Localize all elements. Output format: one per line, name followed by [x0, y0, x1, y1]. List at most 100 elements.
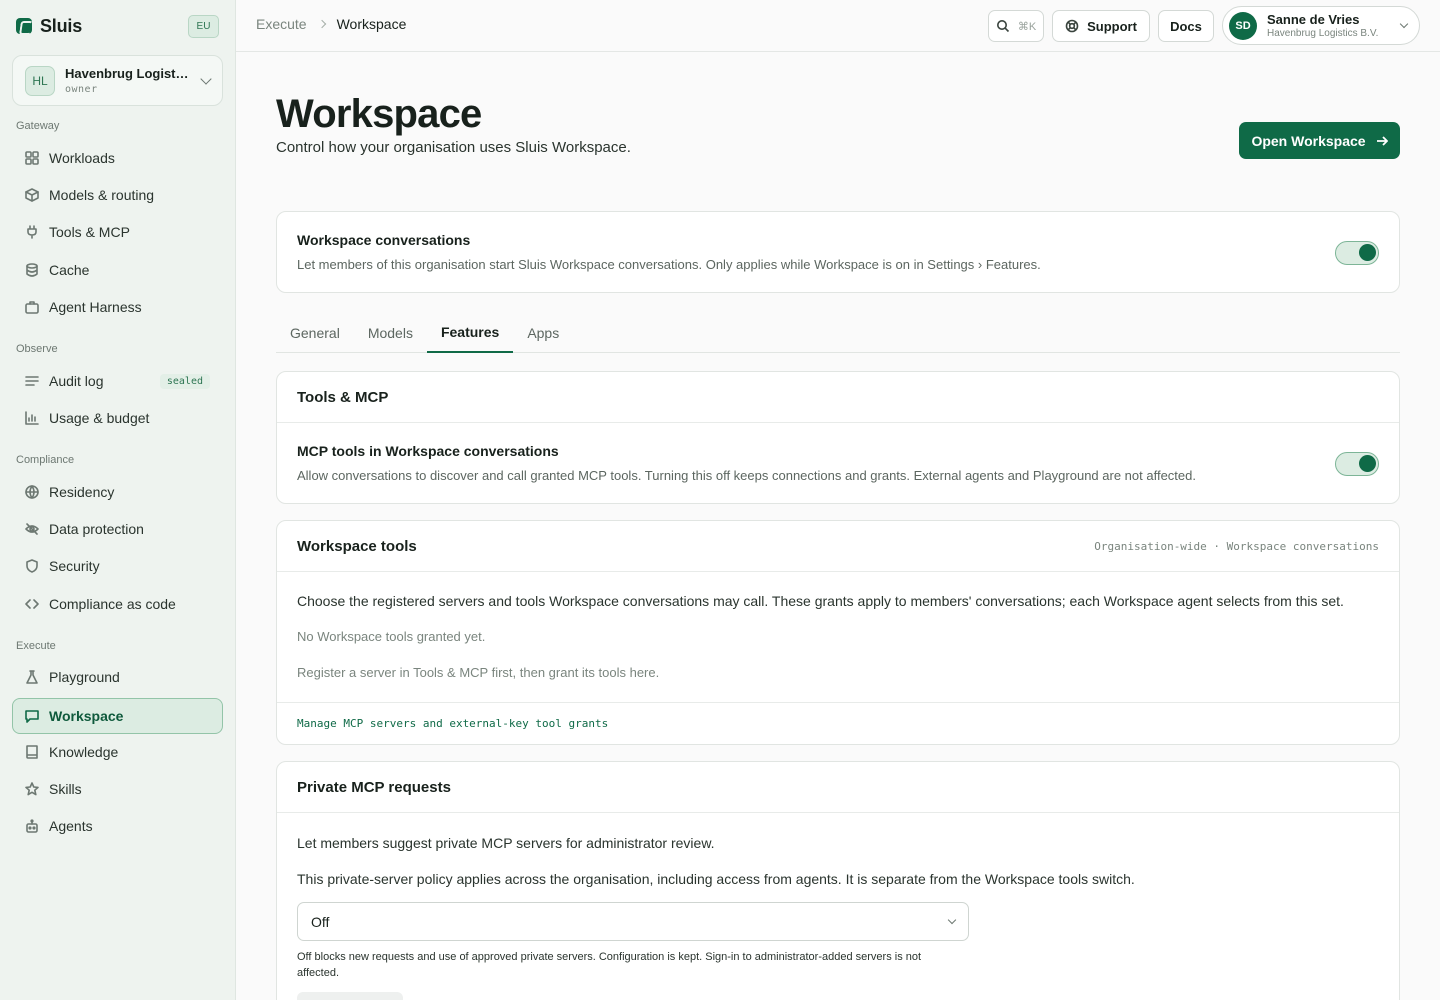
open-workspace-label: Open Workspace — [1251, 132, 1366, 149]
save-button[interactable] — [297, 992, 403, 1000]
sidebar-item-audit-log[interactable]: Audit log sealed — [12, 363, 223, 399]
sidebar-item-workloads[interactable]: Workloads — [12, 140, 223, 176]
workspace-tools-hint: Register a server in Tools & MCP first, … — [297, 665, 660, 680]
sidebar-item-usage-budget[interactable]: Usage & budget — [12, 400, 223, 436]
sidebar-item-label: Cache — [49, 262, 90, 278]
breadcrumb-workspace: Workspace — [336, 16, 407, 32]
chevron-down-icon — [947, 915, 957, 925]
conversations-toggle[interactable] — [1335, 241, 1379, 265]
breadcrumb-execute[interactable]: Execute — [256, 16, 307, 32]
docs-button[interactable]: Docs — [1158, 10, 1214, 42]
private-mcp-intro: Let members suggest private MCP servers … — [297, 835, 715, 851]
tab-apps[interactable]: Apps — [513, 313, 573, 353]
bar-chart-icon — [25, 411, 39, 425]
org-switcher[interactable]: HL Havenbrug Logistics B.V. owner — [12, 55, 223, 106]
sidebar-item-label: Workloads — [49, 150, 115, 166]
search-shortcut: ⌘K — [1017, 20, 1037, 33]
sidebar-item-knowledge[interactable]: Knowledge — [12, 734, 223, 770]
sidebar-item-label: Compliance as code — [49, 596, 176, 612]
sidebar-item-label: Workspace — [49, 708, 124, 724]
private-mcp-title: Private MCP requests — [297, 778, 451, 796]
sidebar-item-skills[interactable]: Skills — [12, 771, 223, 807]
mcp-tools-toggle[interactable] — [1335, 452, 1379, 476]
sidebar-item-label: Knowledge — [49, 744, 119, 760]
tab-general[interactable]: General — [276, 313, 354, 353]
sidebar-item-residency[interactable]: Residency — [12, 474, 223, 510]
chevron-right-icon — [317, 19, 326, 29]
sidebar-item-label: Data protection — [49, 521, 144, 537]
sidebar-item-label: Skills — [49, 781, 82, 797]
briefcase-icon — [25, 300, 39, 314]
book-icon — [25, 745, 39, 759]
page-subtitle: Control how your organisation uses Sluis… — [276, 139, 631, 156]
mcp-tools-row-description: Allow conversations to discover and call… — [297, 468, 1196, 483]
search-button[interactable]: ⌘K — [988, 10, 1044, 42]
workspace-tools-title: Workspace tools — [297, 537, 417, 555]
sluis-logo-icon — [16, 18, 32, 34]
user-menu[interactable]: SD Sanne de Vries Havenbrug Logistics B.… — [1222, 6, 1420, 45]
sidebar-item-playground[interactable]: Playground — [12, 659, 223, 695]
sidebar-item-models-routing[interactable]: Models & routing — [12, 177, 223, 213]
workspace-tools-empty: No Workspace tools granted yet. — [297, 629, 486, 644]
nav-section-execute: Execute — [16, 640, 56, 652]
support-button[interactable]: Support — [1052, 10, 1150, 42]
sidebar-item-label: Audit log — [49, 373, 104, 389]
tools-mcp-card: Tools & MCP MCP tools in Workspace conve… — [276, 371, 1400, 504]
support-label: Support — [1087, 18, 1137, 34]
workspace-conversations-card: Workspace conversations Let members of t… — [276, 211, 1400, 293]
private-mcp-policy-select[interactable]: Off — [297, 902, 969, 941]
conversations-title: Workspace conversations — [297, 232, 471, 248]
sidebar-item-data-protection[interactable]: Data protection — [12, 511, 223, 547]
sidebar-item-cache[interactable]: Cache — [12, 252, 223, 288]
workspace-tools-intro: Choose the registered servers and tools … — [297, 593, 1344, 609]
nav-section-observe: Observe — [16, 343, 58, 355]
nav-section-gateway: Gateway — [16, 120, 60, 132]
lifebuoy-icon — [1065, 19, 1079, 33]
org-avatar: HL — [25, 65, 55, 96]
sidebar-item-workspace[interactable]: Workspace — [12, 698, 223, 734]
sidebar-item-compliance-as-code[interactable]: Compliance as code — [12, 586, 223, 622]
cube-icon — [25, 188, 39, 202]
sidebar-item-tools-mcp[interactable]: Tools & MCP — [12, 214, 223, 250]
region-badge: EU — [188, 15, 219, 38]
select-value: Off — [311, 913, 330, 930]
org-role: owner — [65, 84, 98, 95]
open-workspace-button[interactable]: Open Workspace — [1239, 122, 1400, 159]
sidebar: Sluis EU HL Havenbrug Logistics B.V. own… — [0, 0, 236, 1000]
grid-icon — [25, 151, 39, 165]
globe-icon — [25, 485, 39, 499]
page-title: Workspace — [276, 92, 482, 136]
conversations-description: Let members of this organisation start S… — [297, 257, 1041, 272]
star-icon — [25, 782, 39, 796]
mcp-tools-row-title: MCP tools in Workspace conversations — [297, 443, 559, 459]
tools-mcp-title: Tools & MCP — [297, 388, 389, 406]
sidebar-item-security[interactable]: Security — [12, 548, 223, 584]
sidebar-item-label: Agents — [49, 818, 93, 834]
brand-name: Sluis — [40, 15, 83, 36]
tab-bar: General Models Features Apps — [276, 313, 1400, 353]
private-mcp-card: Private MCP requests Let members suggest… — [276, 761, 1400, 1000]
arrow-right-icon — [1376, 135, 1388, 146]
sidebar-item-label: Agent Harness — [49, 299, 142, 315]
sidebar-item-agent-harness[interactable]: Agent Harness — [12, 289, 223, 325]
nav-section-compliance: Compliance — [16, 454, 75, 466]
user-org: Havenbrug Logistics B.V. — [1267, 28, 1379, 39]
manage-mcp-servers-link[interactable]: Manage MCP servers and external-key tool… — [297, 717, 608, 730]
workspace-tools-card: Workspace tools Organisation-wide · Work… — [276, 520, 1400, 745]
chat-icon — [25, 709, 39, 723]
private-mcp-help: Off blocks new requests and use of appro… — [297, 951, 922, 979]
chevron-down-icon — [1399, 19, 1409, 29]
chevron-down-icon — [200, 72, 212, 85]
sidebar-item-agents[interactable]: Agents — [12, 808, 223, 844]
tab-models[interactable]: Models — [354, 313, 427, 353]
org-name: Havenbrug Logistics B.V. — [65, 66, 192, 81]
sidebar-item-label: Residency — [49, 484, 115, 500]
flask-icon — [25, 670, 39, 684]
avatar: SD — [1229, 11, 1257, 40]
code-icon — [25, 597, 39, 611]
brand[interactable]: Sluis — [16, 14, 82, 38]
sidebar-item-label: Tools & MCP — [49, 224, 130, 240]
sidebar-item-label: Usage & budget — [49, 410, 150, 426]
docs-label: Docs — [1170, 18, 1202, 34]
tab-features[interactable]: Features — [426, 313, 514, 353]
